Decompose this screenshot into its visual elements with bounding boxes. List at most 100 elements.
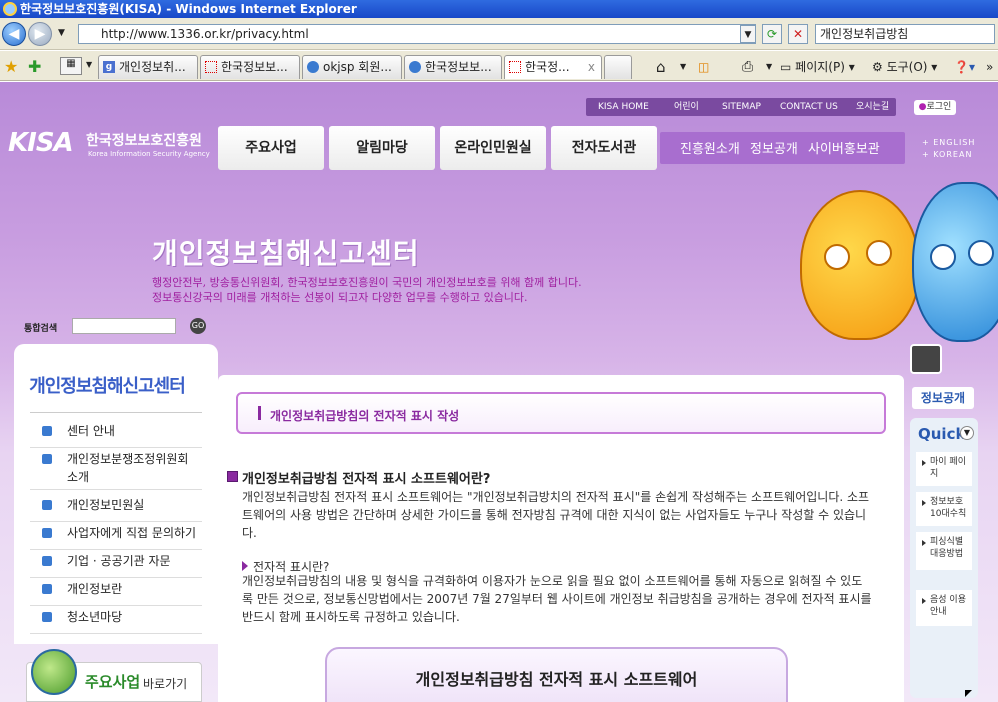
section-body: 개인정보취급방침 전자적 표시 소프트웨어는 "개인정보취급방치의 전자적 표시…: [242, 490, 870, 540]
quick-item-label: 피싱식별 대응방법: [930, 537, 964, 559]
software-banner-title: 개인정보취급방침 전자적 표시 소프트웨어: [415, 670, 698, 689]
bullet-icon: [42, 584, 52, 594]
browser-tab[interactable]: g 개인정보취...: [98, 55, 198, 79]
sub-menu-bar: 진흥원소개 정보공개 사이버홍보관: [660, 132, 905, 164]
back-button[interactable]: ◀: [2, 22, 26, 46]
heading-bar-icon: [258, 406, 261, 420]
quick-item-label: 음성 이용안내: [930, 595, 966, 617]
left-nav-item[interactable]: 개인정보민원실: [30, 496, 202, 522]
tools-menu-label: 도구(O): [886, 60, 928, 74]
tab-list-dropdown-icon[interactable]: ▼: [86, 60, 92, 69]
quick-tabs-icon[interactable]: ▦: [60, 57, 82, 75]
favorites-star-icon[interactable]: ★: [4, 57, 18, 76]
language-selector: + ENGLISH + KOREAN: [910, 132, 998, 164]
quick-item[interactable]: 정보보호 10대수칙: [916, 492, 972, 526]
left-nav-item[interactable]: 개인정보란: [30, 580, 202, 606]
left-nav-item[interactable]: 센터 안내: [30, 422, 202, 448]
site-search-input[interactable]: [72, 318, 176, 334]
main-menu-library[interactable]: 전자도서관: [551, 126, 657, 170]
login-dot-icon: ●: [918, 102, 927, 112]
sub-menu-about[interactable]: 진흥원소개: [680, 138, 740, 157]
info-disclosure-tab[interactable]: 정보공개: [912, 387, 974, 409]
browser-tab[interactable]: 한국정보보...: [200, 55, 300, 79]
quick-item[interactable]: 피싱식별 대응방법: [916, 532, 972, 570]
main-menu-online-service[interactable]: 온라인민원실: [440, 126, 546, 170]
refresh-icon[interactable]: ⟳: [762, 24, 782, 44]
top-link[interactable]: SITEMAP: [722, 98, 761, 116]
left-nav-item[interactable]: 청소년마당: [30, 608, 202, 634]
left-nav-label: 개인정보란: [67, 582, 123, 596]
quick-item[interactable]: 마이 페이지: [916, 452, 972, 486]
top-link[interactable]: 오시는길: [856, 98, 889, 116]
tab-label: 한국정보보...: [221, 60, 288, 74]
arrow-icon: [922, 500, 926, 506]
subsection-body: 개인정보취급방침의 내용 및 형식을 규격화하여 이용자가 눈으로 읽을 필요 …: [242, 574, 872, 624]
quick-menu-title: Quick: [918, 425, 966, 443]
left-nav-item[interactable]: 개인정보분쟁조정위원회 소개: [30, 450, 202, 490]
main-menu-notice[interactable]: 알림마당: [329, 126, 435, 170]
address-dropdown-icon[interactable]: ▼: [740, 25, 756, 43]
stop-icon[interactable]: ✕: [788, 24, 808, 44]
address-input[interactable]: http://www.1336.or.kr/privacy.html: [78, 24, 756, 44]
left-nav-divider: [30, 412, 202, 413]
sub-menu-disclosure[interactable]: 정보공개: [750, 138, 798, 157]
left-nav-label: 청소년마당: [67, 610, 123, 624]
tab-label: 한국정보보...: [425, 60, 492, 74]
ie-icon: [3, 2, 17, 16]
print-icon[interactable]: ⎙: [742, 57, 753, 77]
top-link[interactable]: 어린이: [674, 98, 699, 116]
new-tab-button[interactable]: [604, 55, 632, 79]
history-dropdown-icon[interactable]: ▼: [58, 28, 65, 38]
site-search-label: 통합검색: [24, 324, 58, 334]
mascot-eye: [824, 244, 850, 270]
page-menu[interactable]: ▭ 페이지(P) ▾: [780, 57, 855, 77]
left-nav-item[interactable]: 사업자에게 직접 문의하기: [30, 524, 202, 550]
browser-tab-active[interactable]: 한국정... x: [504, 55, 602, 79]
site-search-go-button[interactable]: GO: [190, 318, 206, 334]
quick-business-link[interactable]: 주요사업 바로가기: [26, 649, 202, 702]
main-menu-business[interactable]: 주요사업: [218, 126, 324, 170]
window-title-bar: 한국정보보호진흥원(KISA) - Windows Internet Explo…: [0, 0, 998, 18]
browser-tab[interactable]: okjsp 회원...: [302, 55, 402, 79]
logo-mark: KISA: [8, 128, 74, 158]
window-title: 한국정보보호진흥원(KISA) - Windows Internet Explo…: [20, 2, 357, 16]
content-heading: 개인정보취급방침의 전자적 표시 작성: [270, 409, 460, 423]
quick-business-title: 주요사업: [85, 673, 141, 691]
lock-icon: [910, 344, 942, 374]
browser-tab[interactable]: 한국정보보...: [404, 55, 502, 79]
print-dropdown-icon[interactable]: ▼: [766, 57, 772, 77]
section-bullet-icon: [227, 471, 238, 482]
search-input[interactable]: 개인정보취급방침: [815, 24, 995, 44]
bullet-icon: [42, 556, 52, 566]
help-icon[interactable]: ❓▾: [954, 57, 975, 77]
bullet-icon: [42, 612, 52, 622]
home-icon[interactable]: ⌂: [656, 57, 666, 77]
add-favorite-icon[interactable]: ✚: [28, 57, 41, 76]
lang-english[interactable]: + ENGLISH: [922, 138, 975, 147]
quick-toggle-icon[interactable]: ▼: [960, 426, 974, 440]
quick-item-label: 마이 페이지: [930, 457, 966, 479]
top-link[interactable]: CONTACT US: [780, 98, 838, 116]
left-nav-label: 사업자에게 직접 문의하기: [67, 526, 197, 540]
hero-line-2: 정보통신강국의 미래를 개척하는 선봉이 되고자 다양한 업무를 수행하고 있습…: [152, 291, 528, 304]
quick-item[interactable]: 음성 이용안내: [916, 590, 972, 626]
arrow-icon: [922, 598, 926, 604]
hero-line-1: 행정안전부, 방송통신위원회, 한국정보보호진흥원이 국민의 개인정보보호를 위…: [152, 276, 582, 289]
left-nav-label: 개인정보분쟁조정위원회 소개: [67, 452, 189, 484]
globe-icon: [31, 649, 77, 695]
address-toolbar: ◀ ▶ ▼ http://www.1336.or.kr/privacy.html…: [0, 18, 998, 50]
tools-menu[interactable]: ⚙ 도구(O) ▾: [872, 57, 937, 77]
close-tab-icon[interactable]: x: [588, 56, 595, 78]
tab-label: 한국정...: [525, 60, 570, 74]
toolbar-overflow-icon[interactable]: »: [986, 57, 993, 77]
top-link[interactable]: KISA HOME: [598, 98, 649, 116]
kisa-logo[interactable]: KISA 한국정보보호진흥원 Korea Information Securit…: [8, 126, 210, 166]
feeds-icon[interactable]: ◫: [698, 57, 709, 77]
forward-button[interactable]: ▶: [28, 22, 52, 46]
home-dropdown-icon[interactable]: ▼: [680, 57, 686, 77]
lang-korean[interactable]: + KOREAN: [922, 150, 972, 159]
login-button[interactable]: ●로그인: [914, 100, 956, 115]
mascot-eye: [930, 244, 956, 270]
sub-menu-pr[interactable]: 사이버홍보관: [808, 138, 880, 157]
left-nav-item[interactable]: 기업 · 공공기관 자문: [30, 552, 202, 578]
